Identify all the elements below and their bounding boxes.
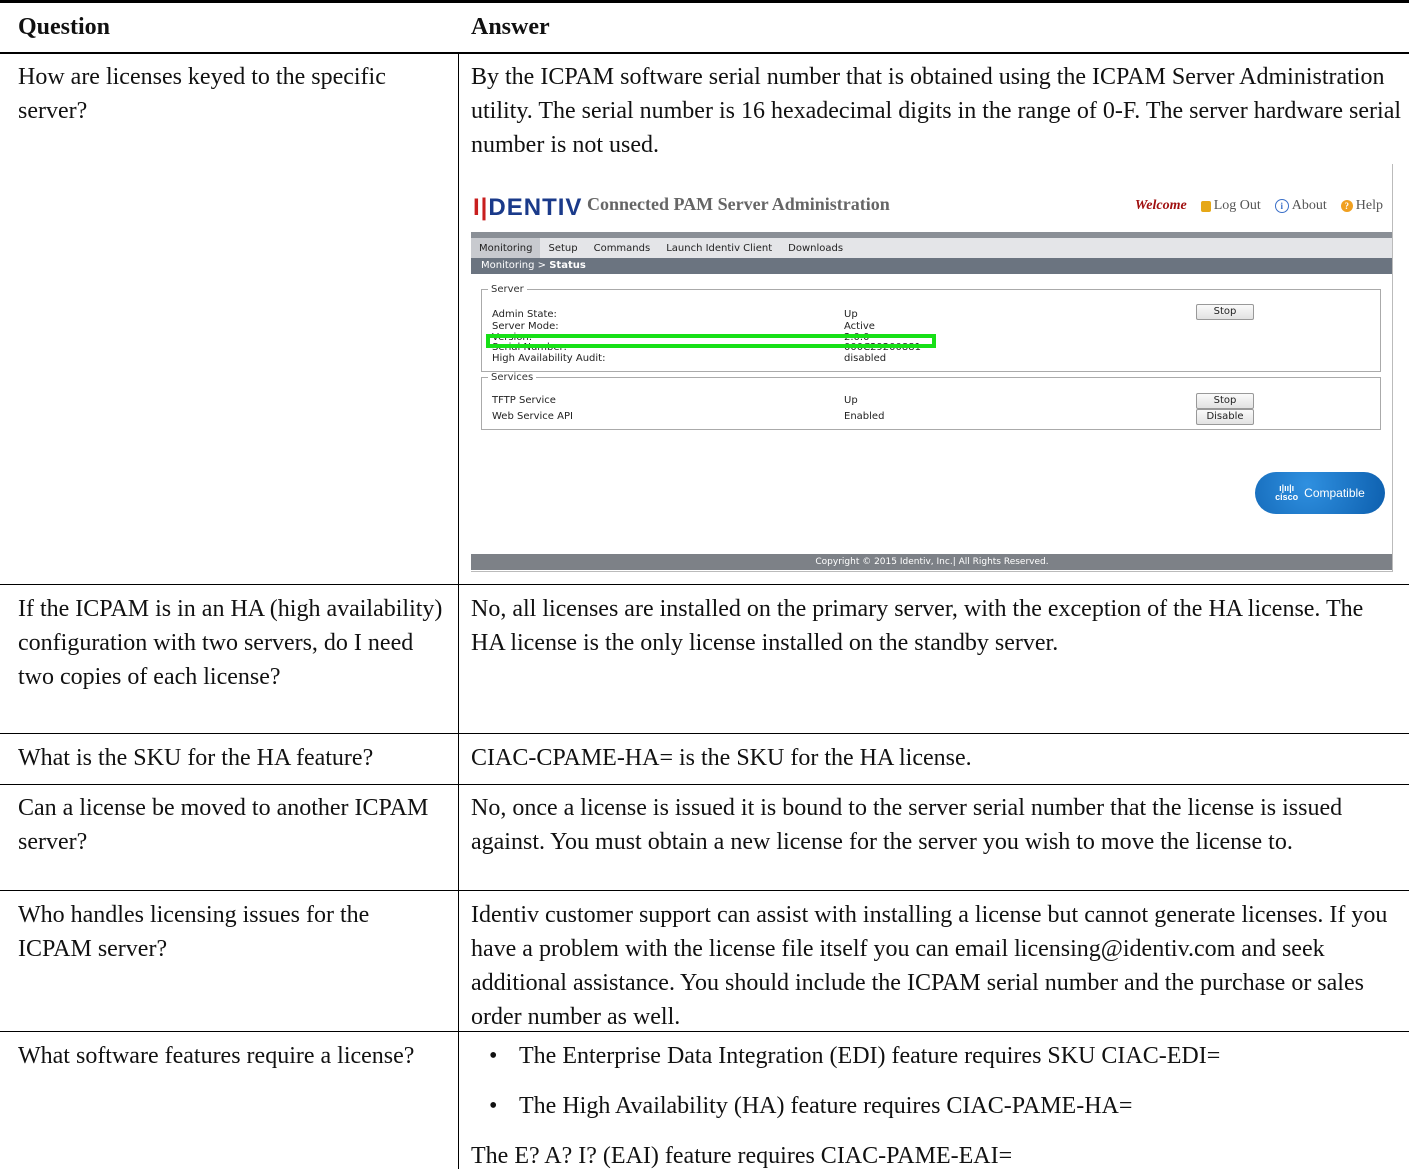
about-label: About bbox=[1291, 198, 1327, 213]
cisco-compatible-badge: ı|ıı|ı cisco Compatible bbox=[1255, 472, 1385, 514]
field-value: Up bbox=[844, 395, 858, 406]
identiv-logo: I|DENTIV bbox=[473, 194, 582, 222]
help-link[interactable]: ? Help bbox=[1340, 198, 1383, 214]
services-legend: Services bbox=[491, 372, 534, 383]
nav-tabs: Monitoring Setup Commands Launch Identiv… bbox=[471, 238, 1393, 258]
field-value: disabled bbox=[844, 353, 887, 364]
header-question: Question bbox=[18, 14, 111, 40]
embedded-screenshot: I|DENTIV Connected PAM Server Administra… bbox=[471, 164, 1393, 572]
welcome-text: Welcome bbox=[1134, 198, 1187, 213]
help-label: Help bbox=[1355, 198, 1383, 213]
field-label: Web Service API bbox=[492, 411, 573, 422]
top-links: Welcome Log Out i About ? Help bbox=[1135, 198, 1383, 214]
breadcrumb-parent: Monitoring > bbox=[481, 260, 547, 271]
admin-state-row: Admin State: Up bbox=[492, 309, 858, 320]
web-service-row: Web Service API Enabled bbox=[492, 411, 884, 422]
field-value: Up bbox=[844, 309, 858, 320]
row-answer: No, once a license is issued it is bound… bbox=[471, 795, 1343, 855]
field-label: Admin State: bbox=[492, 309, 557, 320]
row-answer: CIAC-CPAME-HA= is the SKU for the HA lic… bbox=[471, 745, 972, 771]
server-stop-button[interactable]: Stop bbox=[1196, 304, 1254, 320]
table-row: What software features require a license… bbox=[0, 1032, 1409, 1169]
help-icon: ? bbox=[1340, 200, 1353, 212]
table-row: Can a license be moved to another ICPAM … bbox=[0, 785, 1409, 890]
table-row: Who handles licensing issues for the ICP… bbox=[0, 891, 1409, 1031]
row-answer: No, all licenses are installed on the pr… bbox=[471, 596, 1364, 656]
bullet-list: The Enterprise Data Integration (EDI) fe… bbox=[471, 1039, 1401, 1123]
info-icon: i bbox=[1274, 199, 1289, 213]
list-item: The High Availability (HA) feature requi… bbox=[471, 1089, 1401, 1123]
field-label: High Availability Audit: bbox=[492, 353, 606, 364]
logout-label: Log Out bbox=[1213, 198, 1261, 213]
table-row: What is the SKU for the HA feature? CIAC… bbox=[0, 734, 1409, 784]
row-answer: Identiv customer support can assist with… bbox=[471, 902, 1388, 1030]
lock-icon bbox=[1200, 200, 1211, 212]
copyright-footer: Copyright © 2015 Identiv, Inc.| All Righ… bbox=[471, 554, 1393, 570]
cisco-logo: ı|ıı|ı cisco bbox=[1275, 483, 1299, 502]
server-mode-row: Server Mode: Active bbox=[492, 321, 875, 332]
app-title: Connected PAM Server Administration bbox=[587, 194, 890, 214]
row-answer-list: The Enterprise Data Integration (EDI) fe… bbox=[471, 1039, 1401, 1173]
table-row: If the ICPAM is in an HA (high availabil… bbox=[0, 585, 1409, 733]
tab-monitoring[interactable]: Monitoring bbox=[471, 238, 541, 258]
logo-bars: I| bbox=[473, 194, 489, 221]
serial-highlight-box bbox=[486, 334, 936, 348]
field-label: TFTP Service bbox=[492, 395, 556, 406]
header-answer: Answer bbox=[471, 14, 550, 40]
services-group: Services TFTP Service Up Web Service API E… bbox=[481, 372, 1381, 430]
row-question: What software features require a license… bbox=[18, 1043, 415, 1069]
list-item: The Enterprise Data Integration (EDI) fe… bbox=[471, 1039, 1401, 1073]
tftp-stop-button[interactable]: Stop bbox=[1196, 393, 1254, 409]
row-question: If the ICPAM is in an HA (high availabil… bbox=[18, 596, 443, 690]
about-link[interactable]: i About bbox=[1274, 198, 1327, 214]
table-top-rule bbox=[0, 0, 1409, 3]
cisco-badge-label: Compatible bbox=[1304, 486, 1365, 500]
server-group: Server Admin State: Up Server Mode: Active… bbox=[481, 284, 1381, 372]
tab-setup[interactable]: Setup bbox=[540, 238, 585, 258]
breadcrumb: Monitoring > Status bbox=[471, 258, 1393, 274]
field-label: Server Mode: bbox=[492, 321, 559, 332]
ha-audit-row: High Availability Audit: disabled bbox=[492, 353, 886, 364]
tab-commands[interactable]: Commands bbox=[586, 238, 659, 258]
web-service-disable-button[interactable]: Disable bbox=[1196, 409, 1254, 425]
breadcrumb-current: Status bbox=[549, 260, 586, 271]
tab-downloads[interactable]: Downloads bbox=[780, 238, 851, 258]
cisco-logo-text: cisco bbox=[1275, 492, 1299, 502]
logout-link[interactable]: Log Out bbox=[1200, 198, 1261, 214]
row-question: Can a license be moved to another ICPAM … bbox=[18, 795, 429, 855]
row-question: What is the SKU for the HA feature? bbox=[18, 745, 374, 771]
row-answer-tail: The E? A? I? (EAI) feature requires CIAC… bbox=[471, 1143, 1013, 1169]
row-answer: By the ICPAM software serial number that… bbox=[471, 64, 1402, 158]
tftp-service-row: TFTP Service Up bbox=[492, 395, 858, 406]
row-question: How are licenses keyed to the specific s… bbox=[18, 64, 386, 124]
row-question: Who handles licensing issues for the ICP… bbox=[18, 902, 370, 962]
field-value: Enabled bbox=[844, 411, 885, 422]
server-legend: Server bbox=[491, 284, 524, 295]
field-value: Active bbox=[844, 321, 875, 332]
logo-text: DENTIV bbox=[488, 194, 583, 221]
tab-launch-client[interactable]: Launch Identiv Client bbox=[658, 238, 780, 258]
